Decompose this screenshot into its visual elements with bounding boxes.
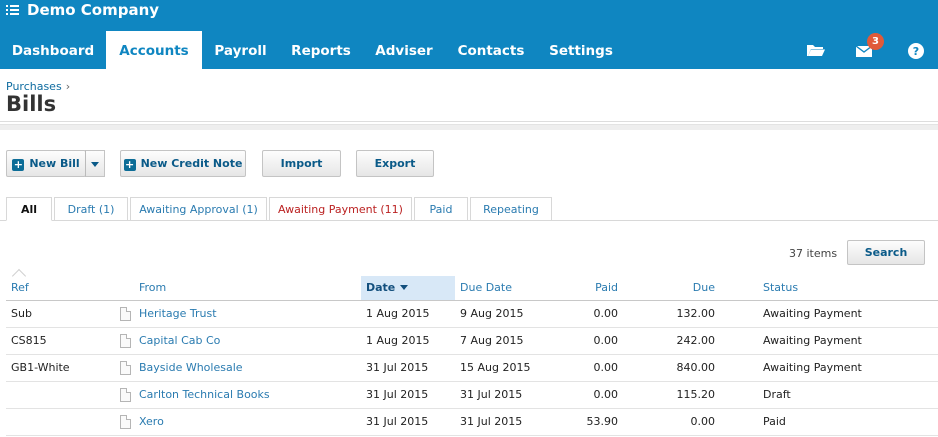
cell-due-date: 31 Jul 2015 [460,388,523,401]
document-icon [120,388,131,402]
cell-due: 840.00 [676,361,716,374]
tab-repeating[interactable]: Repeating [470,197,552,221]
cell-date: 1 Aug 2015 [366,307,430,320]
cell-from[interactable]: Carlton Technical Books [139,382,270,408]
plus-icon: + [12,158,25,171]
column-ref[interactable]: Ref [11,276,71,300]
cell-date: 31 Jul 2015 [366,388,429,401]
document-icon [120,307,131,321]
cell-date: 31 Jul 2015 [366,361,429,374]
cell-date: 1 Aug 2015 [366,334,430,347]
divider [0,124,938,130]
new-credit-note-label: New Credit Note [140,157,243,170]
cell-from[interactable]: Capital Cab Co [139,328,220,354]
cell-ref: GB1-White [11,361,70,374]
column-paid[interactable]: Paid [546,276,618,300]
tab-all[interactable]: All [6,197,52,221]
cell-from[interactable]: Bayside Wholesale [139,355,243,381]
organisation-name[interactable]: Demo Company [27,0,159,20]
cell-due-date: 9 Aug 2015 [460,307,524,320]
cell-due: 242.00 [676,334,716,347]
new-bill-label: New Bill [29,157,80,170]
document-icon [120,361,131,375]
cell-from[interactable]: Xero [139,409,164,435]
folder-icon[interactable] [806,41,826,59]
help-icon[interactable]: ? [906,41,926,59]
table-row[interactable]: Carlton Technical Books 31 Jul 2015 31 J… [6,382,938,409]
mail-count-badge: 3 [867,33,884,50]
chevron-down-icon [91,162,99,167]
list-menu-icon[interactable] [6,3,22,17]
cell-due-date: 7 Aug 2015 [460,334,524,347]
cell-paid: 0.00 [593,388,619,401]
column-from[interactable]: From [139,276,339,300]
nav-payroll[interactable]: Payroll [202,31,279,69]
cell-status: Draft [763,388,791,401]
cell-due: 115.20 [676,388,716,401]
column-due[interactable]: Due [644,276,715,300]
cell-paid: 0.00 [593,307,619,320]
export-button[interactable]: Export [356,150,434,177]
main-nav: Dashboard Accounts Payroll Reports Advis… [0,31,938,69]
column-date-label: Date [366,281,396,294]
new-credit-note-button[interactable]: + New Credit Note [120,150,246,177]
table-row[interactable]: CS815 Capital Cab Co 1 Aug 2015 7 Aug 20… [6,328,938,355]
tab-awaiting-approval[interactable]: Awaiting Approval (1) [130,197,267,221]
tab-paid[interactable]: Paid [414,197,468,221]
sort-descending-icon [400,285,409,290]
cell-status: Awaiting Payment [763,307,862,320]
import-button[interactable]: Import [262,150,341,177]
cell-paid: 53.90 [586,415,619,428]
cell-date: 31 Jul 2015 [366,415,429,428]
table-row[interactable]: GB1-White Bayside Wholesale 31 Jul 2015 … [6,355,938,382]
tab-awaiting-payment[interactable]: Awaiting Payment (11) [269,197,412,221]
cell-from[interactable]: Heritage Trust [139,301,217,327]
page-title: Bills [6,92,57,116]
cell-status: Awaiting Payment [763,334,862,347]
cell-ref: CS815 [11,334,47,347]
cell-due: 0.00 [690,415,716,428]
new-bill-dropdown-button[interactable] [85,150,105,177]
nav-dashboard[interactable]: Dashboard [0,31,106,69]
tab-draft[interactable]: Draft (1) [54,197,128,221]
cell-status: Paid [763,415,786,428]
svg-text:?: ? [913,45,919,58]
nav-accounts[interactable]: Accounts [106,31,202,69]
document-icon [120,334,131,348]
cell-paid: 0.00 [593,334,619,347]
cell-due: 132.00 [676,307,716,320]
breadcrumb-separator: › [65,80,71,93]
nav-adviser[interactable]: Adviser [363,31,445,69]
column-due-date[interactable]: Due Date [460,276,560,300]
column-status[interactable]: Status [763,276,883,300]
table-row[interactable]: Xero 31 Jul 2015 31 Jul 2015 53.90 0.00 … [6,409,938,436]
new-bill-button[interactable]: + New Bill [6,150,86,177]
search-button[interactable]: Search [847,240,925,265]
nav-contacts[interactable]: Contacts [445,31,537,69]
document-icon [120,415,131,429]
cell-status: Awaiting Payment [763,361,862,374]
items-count: 37 items [789,247,838,260]
divider [0,121,938,122]
cell-paid: 0.00 [593,361,619,374]
table-header: Ref From Date Due Date Paid Due Status [6,268,938,301]
nav-settings[interactable]: Settings [537,31,625,69]
table-row[interactable]: Sub Heritage Trust 1 Aug 2015 9 Aug 2015… [6,301,938,328]
top-bar: Demo Company [0,0,938,31]
cell-ref: Sub [11,307,32,320]
plus-icon: + [123,158,136,171]
column-date[interactable]: Date [361,276,455,300]
cell-due-date: 15 Aug 2015 [460,361,531,374]
cell-due-date: 31 Jul 2015 [460,415,523,428]
nav-reports[interactable]: Reports [279,31,363,69]
